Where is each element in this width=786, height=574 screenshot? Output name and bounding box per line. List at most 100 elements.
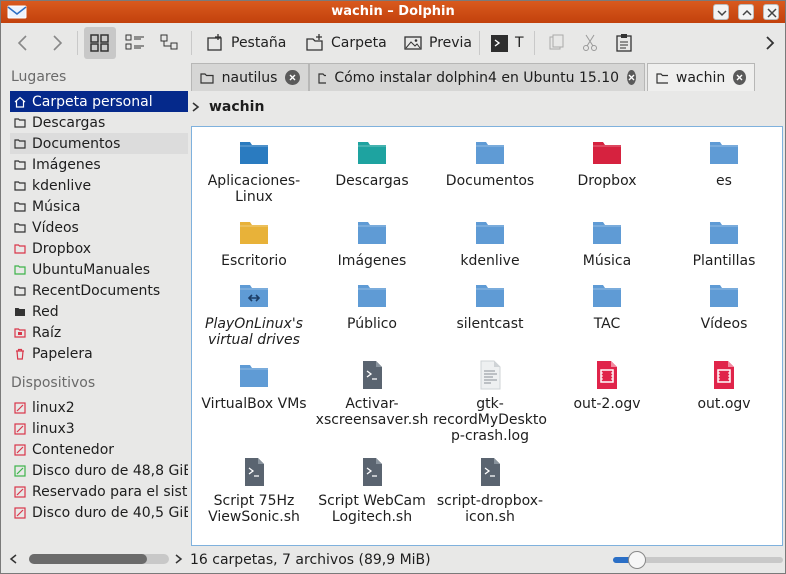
folder-icon [14,117,26,128]
sidebar-item-linux3[interactable]: linux3 [10,418,188,439]
close-tab-button[interactable] [733,70,746,85]
folder-item-playonlinux-s-virtual-drives[interactable]: PlayOnLinux's virtual drives [195,280,313,348]
copy-button[interactable] [542,27,570,59]
folder-item-es[interactable]: es [665,137,783,189]
cut-button[interactable] [576,27,604,59]
back-arrow-icon [17,35,27,51]
file-item-activar-xscreensaver-sh[interactable]: Activar-xscreensaver.sh [313,360,431,428]
close-window-button[interactable] [763,4,779,20]
sidebar-horizontal-scrollbar[interactable] [29,554,169,564]
sidebar-item-contenedor[interactable]: Contenedor [10,439,188,460]
folder-item-videos[interactable]: Vídeos [665,280,783,332]
sidebar-item-carpeta-personal[interactable]: Carpeta personal [10,91,188,112]
toolbar-separator [479,31,480,55]
folder-icon [14,201,26,212]
file-item-out-ogv[interactable]: out.ogv [665,360,783,412]
folder-icon [14,285,26,296]
zoom-slider[interactable] [613,551,783,569]
sidebar-item-kdenlive[interactable]: kdenlive [10,175,188,196]
forward-arrow-icon [53,35,63,51]
folder-icon [200,72,214,84]
breadcrumb-current[interactable]: wachin [209,99,264,115]
title-bar: wachin – Dolphin [1,1,785,23]
terminal-label: T [515,35,524,51]
sidebar-item-label: Documentos [32,135,121,152]
sidebar-item-videos[interactable]: Vídeos [10,217,188,238]
sidebar-item-raiz[interactable]: Raíz [10,322,188,343]
preview-button[interactable]: Previa [399,27,476,59]
scroll-right-icon[interactable] [173,553,183,565]
tab-wachin[interactable]: wachin [647,63,755,91]
file-item-script-dropbox-icon-sh[interactable]: script-dropbox-icon.sh [431,457,549,525]
new-tab-button[interactable]: Pestaña [201,27,290,59]
sidebar-item-descargas[interactable]: Descargas [10,112,188,133]
sidebar-item-imagenes[interactable]: Imágenes [10,154,188,175]
file-item-gtk-recordmydesktop-crash-log[interactable]: gtk-recordMyDesktop-crash.log [431,360,549,444]
scroll-left-icon[interactable] [9,553,19,565]
sidebar-item-reservado-para-el-sistema[interactable]: Reservado para el sistema [10,481,188,502]
folder-item-dropbox[interactable]: Dropbox [548,137,666,189]
minimize-button[interactable] [713,4,729,20]
tab-label: nautilus [221,69,278,86]
folder-item-plantillas[interactable]: Plantillas [665,217,783,269]
sidebar-item-dropbox[interactable]: Dropbox [10,238,188,259]
folder-item-escritorio[interactable]: Escritorio [195,217,313,269]
folder-item-imagenes[interactable]: Imágenes [313,217,431,269]
folder-icon [358,142,386,164]
sidebar-item-recentdocuments[interactable]: RecentDocuments [10,280,188,301]
file-item-out-2-ogv[interactable]: out-2.ogv [548,360,666,412]
sidebar-item-linux2[interactable]: linux2 [10,397,188,418]
folder-item-kdenlive[interactable]: kdenlive [431,217,549,269]
tab-nautilus[interactable]: nautilus [191,63,309,91]
breadcrumb[interactable]: wachin [191,95,264,119]
file-view[interactable]: Aplicaciones-Linux Descargas Documentos Dro… [191,126,783,546]
compact-view-button[interactable] [119,27,151,59]
folder-item-documentos[interactable]: Documentos [431,137,549,189]
details-view-button[interactable] [154,27,186,59]
forward-button[interactable] [45,27,69,59]
folder-icon [593,285,621,307]
compact-view-icon [125,34,144,50]
folder-item-descargas[interactable]: Descargas [313,137,431,189]
file-item-script-75hz-viewsonic-sh[interactable]: Script 75Hz ViewSonic.sh [195,457,313,525]
icons-view-button[interactable] [84,27,116,59]
folder-item-silentcast[interactable]: silentcast [431,280,549,332]
sidebar-item-label: Disco duro de 48,8 GiB [32,462,188,479]
folder-item-tac[interactable]: TAC [548,280,666,332]
sidebar-item-documentos[interactable]: Documentos [10,133,188,154]
maximize-button[interactable] [738,4,754,20]
shell-script-icon [363,458,382,486]
folder-icon [14,222,26,233]
folder-item-aplicaciones-linux[interactable]: Aplicaciones-Linux [195,137,313,205]
item-label: Script 75Hz ViewSonic.sh [208,493,300,525]
item-label: out.ogv [697,396,751,412]
new-tab-label: Pestaña [231,35,287,51]
new-folder-button[interactable]: Carpeta [301,27,391,59]
sidebar-item-papelera[interactable]: Papelera [10,343,188,364]
scrollbar-thumb[interactable] [29,554,147,564]
back-button[interactable] [11,27,35,59]
toolbar-overflow-button[interactable] [759,27,781,59]
folder-icon [318,72,327,84]
close-tab-button[interactable] [285,70,300,85]
sidebar-item-red[interactable]: Red [10,301,188,322]
folder-item-publico[interactable]: Público [313,280,431,332]
close-icon [736,74,743,81]
zoom-slider-handle[interactable] [627,551,646,569]
tab-dolphin4-article[interactable]: Cómo instalar dolphin4 en Ubuntu 15.10 [309,63,645,91]
folder-item-virtualbox-vms[interactable]: VirtualBox VMs [195,360,313,412]
item-label: Activar-xscreensaver.sh [315,396,429,428]
file-item-script-webcam-logitech-sh[interactable]: Script WebCam Logitech.sh [313,457,431,525]
paste-button[interactable] [610,27,638,59]
sidebar-item-ubuntumanuales[interactable]: UbuntuManuales [10,259,188,280]
item-label: Vídeos [700,316,748,332]
sidebar-item-disco-duro-de-48-8-gib[interactable]: Disco duro de 48,8 GiB [10,460,188,481]
folder-icon [358,285,386,307]
close-tab-button[interactable] [627,70,636,85]
folder-icon [710,222,738,244]
item-label: Escritorio [221,253,287,269]
sidebar-item-musica[interactable]: Música [10,196,188,217]
sidebar-item-disco-duro-de-40-5-gib[interactable]: Disco duro de 40,5 GiB [10,502,188,523]
terminal-button[interactable]: T [485,27,528,59]
folder-item-musica[interactable]: Música [548,217,666,269]
